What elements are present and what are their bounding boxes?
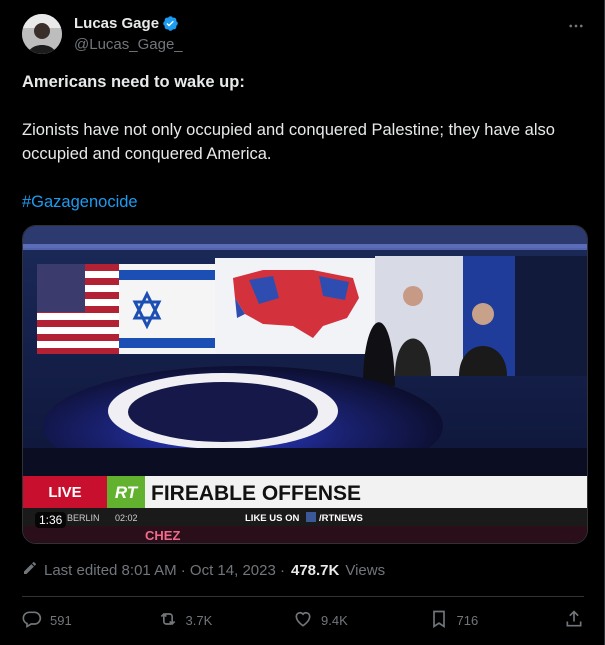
ticker-handle: /RTNEWS — [319, 513, 363, 524]
like-button[interactable]: 9.4K — [293, 609, 353, 632]
edited-timestamp[interactable]: Last edited 8:01 AM · Oct 14, 2023 · — [44, 562, 285, 579]
rt-logo: RT — [115, 483, 139, 502]
ticker-time: 02:02 — [115, 513, 138, 523]
tweet-line-1: Americans need to wake up: — [22, 73, 245, 91]
bookmark-button[interactable]: 716 — [429, 609, 489, 632]
views-count: 478.7K — [290, 561, 340, 579]
views-label: Views — [345, 561, 386, 579]
bookmark-count: 716 — [456, 612, 479, 628]
hashtag-link[interactable]: #Gazagenocide — [22, 193, 138, 211]
reply-count: 591 — [50, 612, 72, 628]
desk-text: CHEZ — [145, 528, 180, 543]
tweet-text: Americans need to wake up: Zionists have… — [22, 70, 584, 238]
ticker-city: BERLIN — [67, 513, 100, 523]
video-frame: LIVE RT FIREABLE OFFENSE BERLIN 02:02 LI… — [23, 226, 587, 543]
us-flag — [37, 264, 133, 354]
avatar[interactable] — [22, 14, 62, 54]
share-button[interactable] — [564, 609, 584, 632]
us-map — [215, 258, 375, 354]
headline: FIREABLE OFFENSE — [151, 482, 361, 505]
name-row: Lucas Gage — [74, 15, 179, 32]
video-duration: 1:36 — [35, 512, 67, 528]
action-bar: 591 3.7K 9.4K 716 — [22, 606, 584, 634]
tweet-meta: Last edited 8:01 AM · Oct 14, 2023 · 478… — [22, 560, 385, 580]
bookmark-icon — [429, 609, 449, 632]
news-chyron: LIVE RT FIREABLE OFFENSE BERLIN 02:02 LI… — [23, 476, 587, 543]
reply-icon — [22, 609, 42, 632]
tweet-header: Lucas Gage @Lucas_Gage_ — [22, 14, 588, 58]
more-options-icon[interactable] — [564, 14, 588, 38]
video-player[interactable]: LIVE RT FIREABLE OFFENSE BERLIN 02:02 LI… — [22, 225, 588, 544]
reply-button[interactable]: 591 — [22, 609, 82, 632]
repost-button[interactable]: 3.7K — [158, 609, 218, 632]
display-name[interactable]: Lucas Gage — [74, 15, 159, 32]
divider — [22, 596, 584, 597]
israel-flag — [119, 264, 215, 354]
heart-icon — [293, 609, 313, 632]
edit-icon — [22, 560, 38, 580]
screen-people — [363, 256, 515, 386]
like-count: 9.4K — [321, 612, 348, 628]
ticker-like: LIKE US ON — [245, 513, 300, 524]
tweet-line-2: Zionists have not only occupied and conq… — [22, 121, 555, 163]
repost-count: 3.7K — [185, 612, 213, 628]
live-label: LIVE — [48, 484, 81, 501]
repost-icon — [158, 609, 178, 632]
tweet-container: Lucas Gage @Lucas_Gage_ Americans need t… — [0, 0, 605, 645]
handle[interactable]: @Lucas_Gage_ — [74, 36, 183, 53]
share-icon — [564, 609, 584, 632]
verified-badge-icon — [162, 15, 179, 32]
